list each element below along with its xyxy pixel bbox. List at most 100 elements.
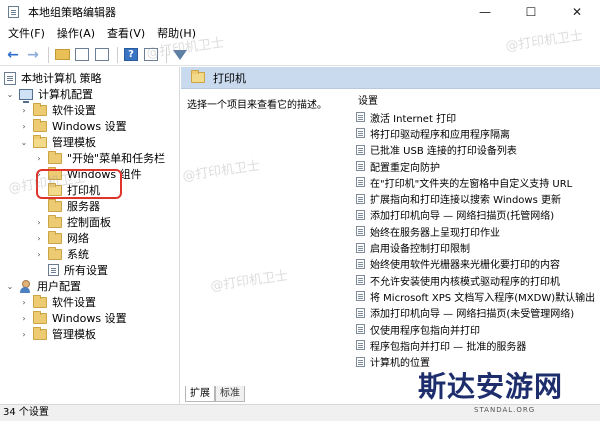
tree-item-root[interactable]: 本地计算机 策略 xyxy=(4,70,102,86)
tree-item-windows-settings[interactable]: › Windows 设置 xyxy=(19,118,127,134)
policy-row[interactable]: 不允许安装使用内核模式驱动程序的打印机 xyxy=(356,272,596,288)
window-controls: — ☐ ✕ xyxy=(462,0,600,24)
site-brand-logo: 斯达安游网 STANDAL.ORG xyxy=(418,372,596,417)
export-list-button[interactable] xyxy=(93,46,111,64)
user-icon xyxy=(19,279,32,293)
tree-item-user-admin-templates[interactable]: › 管理模板 xyxy=(19,326,96,342)
tree-item-control-panel[interactable]: › 控制面板 xyxy=(34,214,111,230)
toolbar-separator xyxy=(48,46,49,63)
policy-row[interactable]: 添加打印机向导 — 网络扫描页(未受管理网络) xyxy=(356,305,596,321)
policy-setting-icon xyxy=(356,356,365,367)
tree-item-label: 网络 xyxy=(67,232,89,245)
chevron-right-icon[interactable]: › xyxy=(34,250,44,259)
tree-item-label: 管理模板 xyxy=(52,136,96,149)
policy-setting-icon xyxy=(356,128,365,139)
column-header-setting[interactable]: 设置 xyxy=(356,92,596,108)
folder-icon xyxy=(33,294,47,308)
maximize-button[interactable]: ☐ xyxy=(508,0,554,24)
forward-button[interactable]: → xyxy=(24,46,42,64)
tree-item-label: Windows 设置 xyxy=(52,312,127,325)
tree-item-software-settings[interactable]: › 软件设置 xyxy=(19,102,96,118)
chevron-right-icon[interactable]: › xyxy=(34,154,44,163)
folder-icon xyxy=(33,326,47,340)
policy-row[interactable]: 仅使用程序包指向并打印 xyxy=(356,321,596,337)
policy-label: 配置重定向防护 xyxy=(370,162,440,174)
policy-row[interactable]: 扩展指向和打印连接以搜索 Windows 更新 xyxy=(356,190,596,206)
tab-extended[interactable]: 扩展 xyxy=(185,386,215,402)
show-hide-tree-button[interactable] xyxy=(73,46,91,64)
tree-item-label: 控制面板 xyxy=(67,216,111,229)
tree-item-label: 本地计算机 策略 xyxy=(21,72,102,85)
policy-row[interactable]: 添加打印机向导 — 网络扫描页(托管网络) xyxy=(356,207,596,223)
chevron-right-icon[interactable]: › xyxy=(19,106,29,115)
policy-label: 不允许安装使用内核模式驱动程序的打印机 xyxy=(370,276,560,288)
tree-item-computer-config[interactable]: ⌄ 计算机配置 xyxy=(5,86,93,103)
chevron-right-icon[interactable]: › xyxy=(19,330,29,339)
menu-view[interactable]: 查看(V) xyxy=(101,24,151,44)
up-one-level-button[interactable] xyxy=(53,46,71,64)
policy-row[interactable]: 配置重定向防护 xyxy=(356,158,596,174)
filter-button[interactable] xyxy=(171,46,189,64)
policy-row[interactable]: 在"打印机"文件夹的左窗格中自定义支持 URL xyxy=(356,174,596,190)
policy-label: 添加打印机向导 — 网络扫描页(托管网络) xyxy=(370,211,555,223)
chevron-right-icon[interactable]: › xyxy=(19,298,29,307)
policy-row[interactable]: 已批准 USB 连接的打印设备列表 xyxy=(356,142,596,158)
details-header: 打印机 xyxy=(181,67,600,89)
toolbar-separator xyxy=(166,46,167,63)
policy-row[interactable]: 激活 Internet 打印 xyxy=(356,109,596,125)
policy-list[interactable]: 激活 Internet 打印 将打印驱动程序和应用程序隔离 已批准 USB 连接的打… xyxy=(356,109,596,371)
tree-item-all-settings[interactable]: › 所有设置 xyxy=(34,262,108,278)
folder-icon xyxy=(48,150,62,164)
properties-button[interactable] xyxy=(142,46,160,64)
policy-row[interactable]: 程序包指向并打印 — 批准的服务器 xyxy=(356,337,596,353)
tree-item-user-software-settings[interactable]: › 软件设置 xyxy=(19,294,96,310)
printer-highlight-annotation xyxy=(36,169,122,199)
policy-setting-icon xyxy=(356,144,365,155)
policy-label: 启用设备控制打印限制 xyxy=(370,244,470,256)
chevron-down-icon[interactable]: ⌄ xyxy=(5,90,15,99)
policy-row[interactable]: 将 Microsoft XPS 文档写入程序(MXDW)默认输出 xyxy=(356,288,596,304)
policy-setting-icon xyxy=(356,161,365,172)
policy-row[interactable]: 始终使用软件光栅器来光栅化要打印的内容 xyxy=(356,256,596,272)
tree-item-label: 软件设置 xyxy=(52,104,96,117)
menu-file[interactable]: 文件(F) xyxy=(2,24,51,44)
tree-item-network[interactable]: › 网络 xyxy=(34,230,89,246)
tree-item-label: "开始"菜单和任务栏 xyxy=(67,152,166,165)
tree-item-server[interactable]: › 服务器 xyxy=(34,198,100,214)
tree-item-system[interactable]: › 系统 xyxy=(34,246,89,262)
policy-setting-icon xyxy=(356,275,365,286)
tree-item-user-config[interactable]: ⌄ 用户配置 xyxy=(5,278,81,294)
tree-item-label: Windows 设置 xyxy=(52,120,127,133)
tree-item-label: 计算机配置 xyxy=(38,88,93,101)
policy-setting-icon xyxy=(356,324,365,334)
chevron-down-icon[interactable]: ⌄ xyxy=(19,138,29,147)
close-button[interactable]: ✕ xyxy=(554,0,600,24)
chevron-right-icon[interactable]: › xyxy=(34,234,44,243)
policy-setting-icon xyxy=(356,177,365,188)
back-button[interactable]: ← xyxy=(4,46,22,64)
details-header-title: 打印机 xyxy=(213,71,246,85)
tab-standard[interactable]: 标准 xyxy=(215,386,245,402)
properties-icon xyxy=(144,48,158,61)
help-button[interactable]: ? xyxy=(122,46,140,64)
policy-row[interactable]: 启用设备控制打印限制 xyxy=(356,239,596,255)
tree-item-user-windows-settings[interactable]: › Windows 设置 xyxy=(19,310,127,326)
chevron-right-icon[interactable]: › xyxy=(34,218,44,227)
chevron-right-icon[interactable]: › xyxy=(19,314,29,323)
policy-row[interactable]: 将打印驱动程序和应用程序隔离 xyxy=(356,125,596,141)
menu-action[interactable]: 操作(A) xyxy=(51,24,101,44)
tree-item-admin-templates[interactable]: ⌄ 管理模板 xyxy=(19,134,96,150)
menu-help[interactable]: 帮助(H) xyxy=(151,24,202,44)
policy-row[interactable]: 始终在服务器上呈现打印作业 xyxy=(356,223,596,239)
chevron-down-icon[interactable]: ⌄ xyxy=(5,282,15,291)
all-settings-icon xyxy=(48,264,59,276)
policy-row[interactable]: 计算机的位置 xyxy=(356,353,596,369)
help-icon: ? xyxy=(124,48,138,61)
menu-bar: 文件(F) 操作(A) 查看(V) 帮助(H) xyxy=(0,24,600,44)
folder-icon xyxy=(48,214,62,228)
minimize-button[interactable]: — xyxy=(462,0,508,24)
chevron-right-icon[interactable]: › xyxy=(19,122,29,131)
tree-item-start-menu[interactable]: › "开始"菜单和任务栏 xyxy=(34,150,165,166)
console-tree[interactable]: 本地计算机 策略 ⌄ 计算机配置 › 软件设置 › Windows 设置 ⌄ 管… xyxy=(0,67,180,404)
policy-label: 扩展指向和打印连接以搜索 Windows 更新 xyxy=(370,195,561,207)
